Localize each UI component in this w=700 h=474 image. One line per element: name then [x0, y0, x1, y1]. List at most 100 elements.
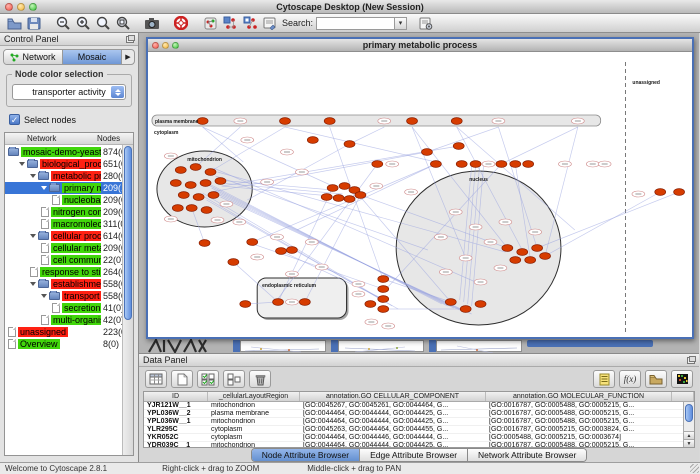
- tree-item[interactable]: transport558(0): [5, 290, 133, 302]
- network-node[interactable]: [199, 240, 210, 247]
- minimize-button[interactable]: [17, 3, 25, 11]
- table-row[interactable]: YPL036W__1mitochondrion[GO:0044464, GO:0…: [144, 418, 694, 426]
- network-node[interactable]: [178, 192, 189, 199]
- search-input[interactable]: [316, 17, 394, 30]
- attribute-browser-tab[interactable]: Edge Attribute Browser: [360, 449, 468, 461]
- tree-item[interactable]: cellular process614(0): [5, 230, 133, 242]
- network-node[interactable]: [186, 205, 197, 212]
- disclosure-triangle-icon[interactable]: [30, 282, 36, 286]
- tree-item[interactable]: Overview8(0): [5, 338, 133, 350]
- network-node[interactable]: [496, 161, 507, 168]
- save-session-icon[interactable]: [24, 15, 44, 32]
- zoom-in-icon[interactable]: [73, 15, 93, 32]
- attribute-browser-tab[interactable]: Network Attribute Browser: [468, 449, 586, 461]
- network-edge[interactable]: [330, 127, 384, 280]
- network-node[interactable]: [299, 299, 310, 306]
- network-edge[interactable]: [545, 127, 578, 256]
- tree-item[interactable]: nucleobase-209(0): [5, 194, 133, 206]
- network-node[interactable]: [470, 161, 481, 168]
- tree-item[interactable]: cellular metabol209(0): [5, 242, 133, 254]
- network-node[interactable]: [197, 118, 208, 125]
- network-edge[interactable]: [210, 127, 285, 172]
- network-node[interactable]: [247, 239, 258, 246]
- table-scrollbar-thumb[interactable]: [685, 404, 693, 422]
- table-scrollbar[interactable]: ▲ ▼: [683, 402, 694, 447]
- tree-item[interactable]: response to stimulu264(0): [5, 266, 133, 278]
- zoom-out-icon[interactable]: [53, 15, 73, 32]
- network-node[interactable]: [421, 149, 432, 156]
- scroll-up-arrow[interactable]: ▲: [684, 431, 694, 439]
- column-header[interactable]: ID: [144, 392, 208, 401]
- network-node[interactable]: [365, 301, 376, 308]
- tree-scrollbar[interactable]: [122, 145, 133, 455]
- tree-item[interactable]: biological_process651(0): [5, 158, 133, 170]
- tree-item[interactable]: unassigned223(0): [5, 326, 133, 338]
- more-tabs-button[interactable]: ▶: [122, 50, 134, 64]
- tree-item[interactable]: nitrogen compo209(0): [5, 206, 133, 218]
- open-session-icon[interactable]: [4, 15, 24, 32]
- network-node[interactable]: [333, 195, 344, 202]
- network-node[interactable]: [307, 137, 318, 144]
- table-row[interactable]: YKR052Ccytoplasm[GO:0044464, GO:0044446,…: [144, 434, 694, 442]
- annotation-icon[interactable]: [260, 15, 280, 32]
- network-node[interactable]: [240, 301, 251, 308]
- float-panel-icon[interactable]: [687, 357, 695, 364]
- network-node[interactable]: [339, 183, 350, 190]
- network-node[interactable]: [208, 192, 219, 199]
- network-node[interactable]: [175, 167, 186, 174]
- tree-item[interactable]: secretion41(0): [5, 302, 133, 314]
- import-attributes-icon[interactable]: [645, 370, 667, 388]
- tree-item[interactable]: multi-organism pro42(0): [5, 314, 133, 326]
- network-node[interactable]: [510, 257, 521, 264]
- network-node[interactable]: [517, 249, 528, 256]
- zoom-fit-icon[interactable]: [113, 15, 133, 32]
- tree-item[interactable]: mosaic-demo-yeast874(0): [5, 146, 133, 158]
- network-node[interactable]: [378, 276, 389, 283]
- scroll-down-arrow[interactable]: ▼: [684, 439, 694, 447]
- network-node[interactable]: [170, 180, 181, 187]
- peek-window-1[interactable]: [240, 340, 326, 352]
- compartment-plasma-membrane[interactable]: [152, 115, 601, 126]
- delete-attribute-icon[interactable]: [249, 370, 271, 388]
- network-edge[interactable]: [501, 127, 577, 164]
- network-node[interactable]: [378, 306, 389, 313]
- table-row[interactable]: YJR121W__1mitochondrion[GO:0045267, GO:0…: [144, 402, 694, 410]
- network-node[interactable]: [190, 164, 201, 171]
- network-node[interactable]: [451, 118, 462, 125]
- network-node[interactable]: [172, 205, 183, 212]
- table-row[interactable]: YDR039C__1mitochondrion[GO:0044464, GO:0…: [144, 442, 694, 448]
- network-node[interactable]: [372, 161, 383, 168]
- select-all-attributes-icon[interactable]: [197, 370, 219, 388]
- network-edge[interactable]: [545, 192, 660, 256]
- network-node[interactable]: [540, 253, 551, 260]
- window-minimize-button[interactable]: [162, 42, 169, 49]
- zoom-selected-icon[interactable]: [93, 15, 113, 32]
- network-node[interactable]: [321, 194, 332, 201]
- network-node[interactable]: [407, 118, 418, 125]
- network-node[interactable]: [327, 185, 338, 192]
- zoom-window-button[interactable]: [29, 3, 37, 11]
- network-node[interactable]: [445, 299, 456, 306]
- node-color-dropdown[interactable]: transporter activity: [12, 84, 126, 100]
- search-dropdown-arrow[interactable]: ▾: [394, 17, 407, 30]
- network-node[interactable]: [475, 301, 486, 308]
- network-node[interactable]: [215, 178, 226, 185]
- column-header[interactable]: [672, 392, 694, 401]
- mosaic-plugin-icon[interactable]: [240, 15, 260, 32]
- tab-network[interactable]: Network: [4, 50, 63, 64]
- float-panel-icon[interactable]: [126, 36, 134, 43]
- create-attribute-icon[interactable]: [171, 370, 193, 388]
- network-node[interactable]: [674, 189, 685, 196]
- column-header[interactable]: annotation.GO CELLULAR_COMPONENT: [300, 392, 486, 401]
- network-edge[interactable]: [350, 127, 385, 144]
- disclosure-triangle-icon[interactable]: [19, 162, 25, 166]
- disclosure-triangle-icon[interactable]: [30, 234, 36, 238]
- tree-item[interactable]: metabolic process280(0): [5, 170, 133, 182]
- peek-window-2[interactable]: [338, 340, 424, 352]
- network-node[interactable]: [456, 161, 467, 168]
- help-icon[interactable]: [171, 15, 191, 32]
- network-node[interactable]: [344, 141, 355, 148]
- unselect-all-attributes-icon[interactable]: [223, 370, 245, 388]
- network-node[interactable]: [355, 192, 366, 199]
- table-row[interactable]: YPL036W__2plasma membrane[GO:0044464, GO…: [144, 410, 694, 418]
